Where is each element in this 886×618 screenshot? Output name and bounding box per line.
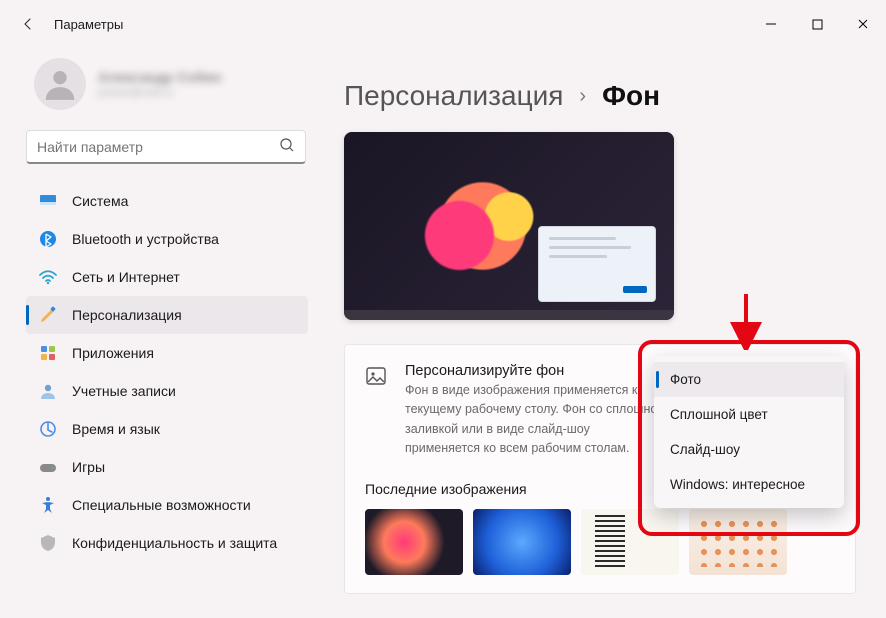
back-button[interactable] xyxy=(8,4,48,44)
sidebar-item-system[interactable]: Система xyxy=(26,182,308,220)
search-icon xyxy=(279,137,295,156)
recent-image-thumb[interactable] xyxy=(365,509,463,575)
profile-name: Александр Собин xyxy=(98,68,221,86)
sidebar-item-time-language[interactable]: Время и язык xyxy=(26,410,308,448)
breadcrumb-parent[interactable]: Персонализация xyxy=(344,80,563,112)
profile-block[interactable]: Александр Собин primer@mail.ru xyxy=(26,48,312,130)
sidebar-item-apps[interactable]: Приложения xyxy=(26,334,308,372)
close-button[interactable] xyxy=(840,8,886,40)
sidebar-item-label: Система xyxy=(72,193,128,209)
window-title: Параметры xyxy=(54,17,123,32)
wifi-icon xyxy=(38,267,58,287)
recent-image-thumb[interactable] xyxy=(473,509,571,575)
sidebar-item-label: Bluetooth и устройства xyxy=(72,231,219,247)
recent-images-row xyxy=(365,509,835,575)
desktop-preview xyxy=(344,132,674,320)
bluetooth-icon xyxy=(38,229,58,249)
paintbrush-icon xyxy=(38,305,58,325)
sidebar-item-label: Конфиденциальность и защита xyxy=(72,535,277,551)
apps-icon xyxy=(38,343,58,363)
accessibility-icon xyxy=(38,495,58,515)
card-title: Персонализируйте фон xyxy=(405,363,665,379)
breadcrumb-current: Фон xyxy=(602,80,660,112)
taskbar-mock xyxy=(344,310,674,320)
dropdown-option-photo[interactable]: Фото xyxy=(654,362,844,397)
breadcrumb: Персонализация › Фон xyxy=(344,48,856,132)
minimize-button[interactable] xyxy=(748,8,794,40)
background-type-dropdown[interactable]: Фото Сплошной цвет Слайд-шоу Windows: ин… xyxy=(654,356,844,508)
chevron-right-icon: › xyxy=(579,85,586,108)
recent-image-thumb[interactable] xyxy=(581,509,679,575)
maximize-button[interactable] xyxy=(794,8,840,40)
sidebar-item-accessibility[interactable]: Специальные возможности xyxy=(26,486,308,524)
avatar xyxy=(34,58,86,110)
sidebar-item-label: Время и язык xyxy=(72,421,160,437)
sidebar-item-label: Сеть и Интернет xyxy=(72,269,180,285)
search-input[interactable] xyxy=(37,139,279,155)
sidebar-item-label: Приложения xyxy=(72,345,154,361)
sidebar-item-label: Персонализация xyxy=(72,307,182,323)
picture-icon xyxy=(365,365,387,387)
sidebar-item-gaming[interactable]: Игры xyxy=(26,448,308,486)
sidebar: Александр Собин primer@mail.ru Система B… xyxy=(0,48,320,618)
person-icon xyxy=(38,381,58,401)
globe-clock-icon xyxy=(38,419,58,439)
sidebar-item-bluetooth[interactable]: Bluetooth и устройства xyxy=(26,220,308,258)
search-box[interactable] xyxy=(26,130,306,164)
dropdown-option-slideshow[interactable]: Слайд-шоу xyxy=(654,432,844,467)
sidebar-item-label: Учетные записи xyxy=(72,383,176,399)
sidebar-item-label: Игры xyxy=(72,459,105,475)
profile-text: Александр Собин primer@mail.ru xyxy=(98,68,221,100)
sidebar-item-personalization[interactable]: Персонализация xyxy=(26,296,308,334)
sidebar-item-network[interactable]: Сеть и Интернет xyxy=(26,258,308,296)
shield-icon xyxy=(38,533,58,553)
dropdown-option-solid[interactable]: Сплошной цвет xyxy=(654,397,844,432)
sidebar-item-accounts[interactable]: Учетные записи xyxy=(26,372,308,410)
window-mock xyxy=(538,226,656,302)
monitor-icon xyxy=(38,191,58,211)
dropdown-option-spotlight[interactable]: Windows: интересное xyxy=(654,467,844,502)
gamepad-icon xyxy=(38,457,58,477)
sidebar-item-label: Специальные возможности xyxy=(72,497,251,513)
main-content: Персонализация › Фон Персонализируйте фо… xyxy=(320,48,886,618)
window-controls xyxy=(748,8,886,40)
recent-image-thumb[interactable] xyxy=(689,509,787,575)
titlebar: Параметры xyxy=(0,0,886,48)
nav-list: Система Bluetooth и устройства Сеть и Ин… xyxy=(26,182,312,618)
card-description: Фон в виде изображения применяется к тек… xyxy=(405,381,665,459)
sidebar-item-privacy[interactable]: Конфиденциальность и защита xyxy=(26,524,308,562)
profile-email: primer@mail.ru xyxy=(98,86,221,100)
